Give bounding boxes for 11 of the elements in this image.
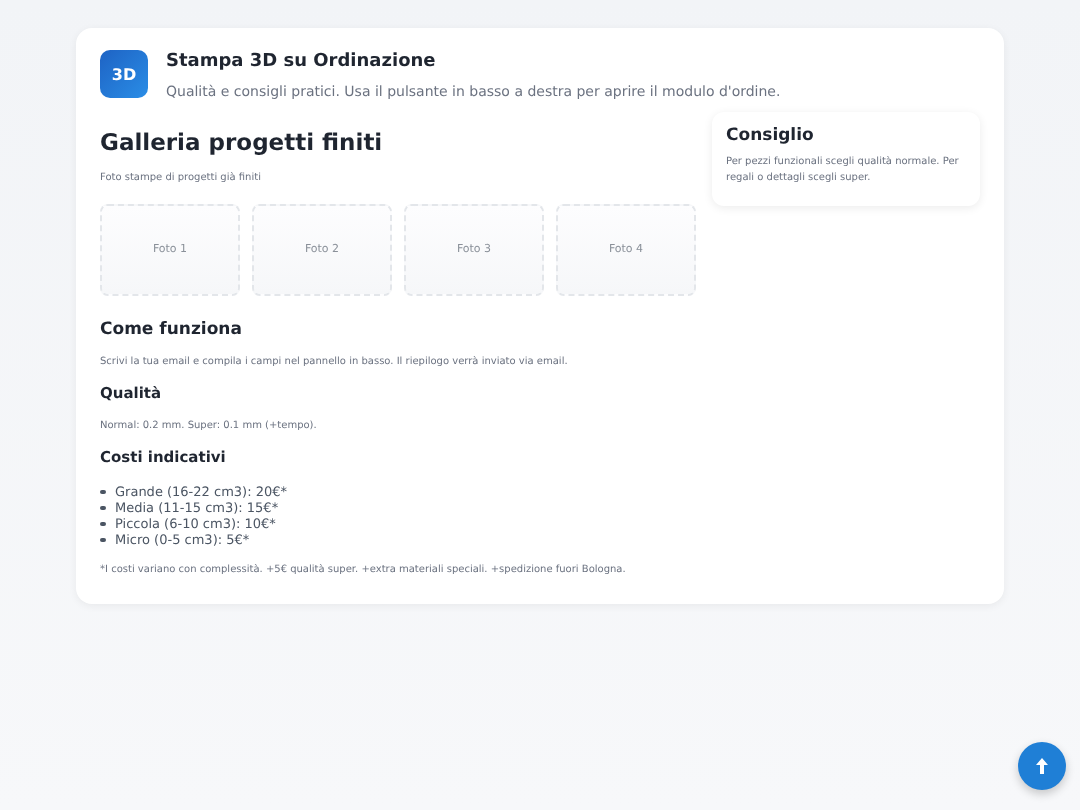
bullet-icon [100, 521, 105, 527]
logo-badge: 3D [100, 50, 148, 98]
bullet-icon [100, 505, 105, 511]
bullet-icon [100, 489, 105, 495]
bullet-icon [100, 537, 105, 543]
order-button[interactable] [1018, 742, 1066, 790]
section-title: Galleria progetti finiti [100, 128, 385, 156]
section-heading: Come funziona [100, 320, 244, 340]
page-title: Stampa 3D su Ordinazione [166, 52, 438, 72]
up-arrow-icon [1036, 758, 1048, 774]
tip-title: Consiglio [726, 126, 816, 146]
